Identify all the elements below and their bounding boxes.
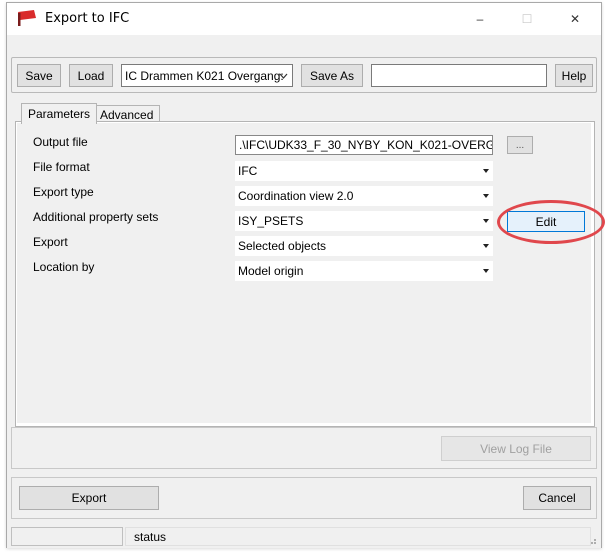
location-by-select[interactable]: Model origin [235, 261, 493, 281]
config-select-value: IC Drammen K021 Overgang: [125, 68, 284, 83]
config-name-input[interactable] [371, 64, 547, 87]
dropdown-arrow-icon [483, 194, 489, 198]
config-select[interactable]: IC Drammen K021 Overgang: [121, 64, 293, 87]
dropdown-arrow-icon [483, 269, 489, 273]
cancel-button[interactable]: Cancel [523, 486, 591, 510]
export-ifc-window: Export to IFC – ☐ ✕ Save Load IC Drammen… [6, 2, 605, 548]
location-by-value: Model origin [238, 264, 304, 278]
dropdown-arrow-icon [483, 244, 489, 248]
output-file-label: Output file [33, 135, 88, 149]
property-sets-label: Additional property sets [33, 210, 159, 224]
chevron-down-icon [279, 73, 288, 79]
resize-grip-icon[interactable] [587, 535, 597, 545]
property-sets-select[interactable]: ISY_PSETS [235, 211, 493, 231]
status-text: status [125, 527, 591, 546]
browse-button[interactable]: ... [507, 136, 533, 154]
close-button[interactable]: ✕ [552, 3, 598, 35]
save-as-button[interactable]: Save As [301, 64, 363, 87]
property-sets-value: ISY_PSETS [238, 214, 304, 228]
output-file-input[interactable]: .\IFC\UDK33_F_30_NYBY_KON_K021-OVERG [235, 135, 493, 155]
export-label: Export [33, 235, 68, 249]
save-button[interactable]: Save [17, 64, 61, 87]
output-file-value: .\IFC\UDK33_F_30_NYBY_KON_K021-OVERG [239, 138, 493, 152]
export-value: Selected objects [238, 239, 327, 253]
export-button[interactable]: Export [19, 486, 159, 510]
progress-cell [11, 527, 123, 546]
help-button[interactable]: Help [555, 64, 593, 87]
ifc-export-icon [18, 10, 36, 26]
export-select[interactable]: Selected objects [235, 236, 493, 256]
view-log-file-button[interactable]: View Log File [441, 436, 591, 461]
export-type-value: Coordination view 2.0 [238, 189, 354, 203]
file-format-select[interactable]: IFC [235, 161, 493, 181]
dropdown-arrow-icon [483, 219, 489, 223]
status-bar: status [7, 524, 601, 548]
file-format-label: File format [33, 160, 90, 174]
file-format-value: IFC [238, 164, 258, 178]
title-bar: Export to IFC – ☐ ✕ [7, 3, 601, 35]
export-type-label: Export type [33, 185, 94, 199]
dropdown-arrow-icon [483, 169, 489, 173]
load-button[interactable]: Load [69, 64, 113, 87]
tab-parameters[interactable]: Parameters [21, 103, 98, 124]
maximize-button[interactable]: ☐ [504, 3, 550, 35]
edit-property-sets-button[interactable]: Edit [507, 211, 585, 232]
minimize-button[interactable]: – [457, 3, 503, 35]
export-type-select[interactable]: Coordination view 2.0 [235, 186, 493, 206]
window-title: Export to IFC [45, 11, 130, 26]
location-by-label: Location by [33, 260, 95, 274]
